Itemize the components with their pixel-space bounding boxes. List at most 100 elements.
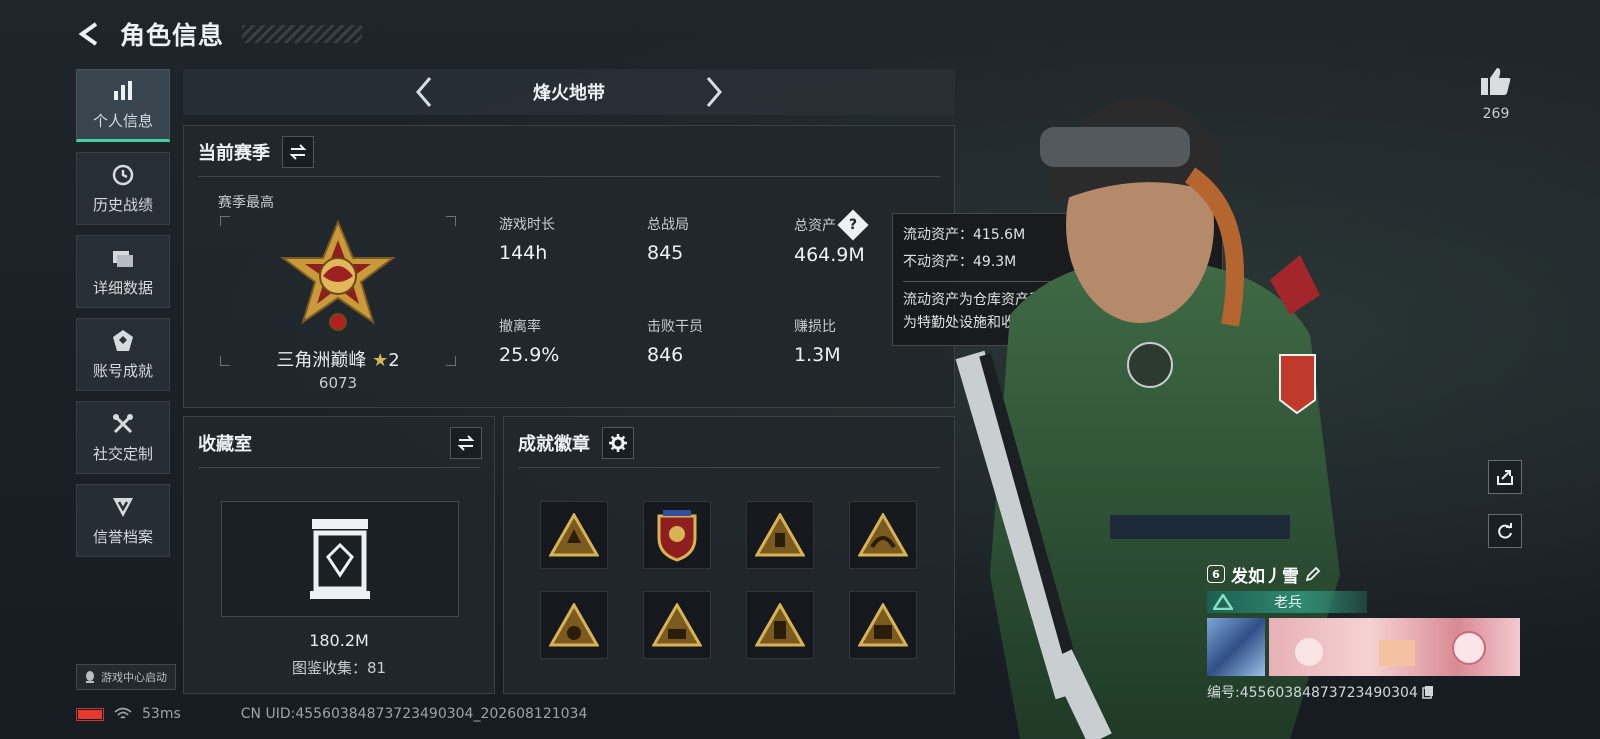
clock-icon [110,162,136,188]
triangle-badge-icon [755,513,805,557]
stat-profit-ratio: 赚损比 1.3M [794,319,841,366]
chevron-right-icon [706,77,722,107]
rank-display: 三角洲巅峰 ★2 6073 [220,216,456,392]
nav-item-social[interactable]: 社交定制 [76,401,170,474]
mode-prev-button[interactable] [409,72,439,112]
credit-icon [110,494,136,520]
stat-total-assets: 总资产 ? 464.9M [794,209,869,266]
page-title: 角色信息 [120,21,225,50]
badges-title: 成就徽章 [518,434,590,455]
title-bar: 老兵 [1207,591,1367,613]
rank-triangle-icon [1213,594,1233,610]
level-badge: 6 [1207,565,1225,583]
badge-grid [540,501,917,659]
nav-label: 社交定制 [92,445,153,463]
banner-dessert-image [1269,618,1520,676]
status-bar: 53ms CN UID:4556038487372349030​4_202608… [76,706,587,722]
nav-label: 个人信息 [92,112,153,130]
nav-item-history[interactable]: 历史战绩 [76,152,170,225]
wifi-icon [114,707,132,719]
rank-score: 6073 [318,374,358,392]
help-icon[interactable]: ? [837,209,869,241]
vault-collection-count: 图鉴收集：81 [291,659,387,677]
nav-label: 详细数据 [92,279,153,297]
like-button[interactable]: 269 [1466,66,1526,122]
share-button[interactable] [1488,460,1522,494]
rank-emblem-icon [280,219,396,331]
nav-label: 信誉档案 [92,528,153,546]
like-count: 269 [1482,106,1510,122]
vault-title: 收藏室 [198,434,252,455]
nav-item-achievements[interactable]: 账号成就 [76,318,170,391]
achievement-icon [110,328,136,354]
vault-display[interactable] [221,501,459,617]
stat-total-matches: 总战局 845 [647,217,689,264]
badge-item[interactable] [746,501,814,569]
season-title: 当前赛季 [198,143,270,164]
header: 角色信息 [72,14,363,54]
badge-item[interactable] [849,591,917,659]
frame-corner [220,216,230,226]
season-switch-button[interactable] [282,136,314,168]
stat-kills: 击败干员 846 [647,319,703,366]
player-name: 发如丿雪 [1231,566,1299,587]
thumbs-up-icon [1481,68,1511,95]
banner-flower-image [1207,618,1265,676]
badge-item[interactable] [746,591,814,659]
triangle-badge-icon [858,513,908,557]
triangle-badge-icon [858,603,908,647]
badge-item[interactable] [540,501,608,569]
rank-stars: 2 [388,350,400,371]
player-title: 老兵 [1274,595,1302,611]
banner-illustration [1295,631,1486,666]
refresh-icon [1498,523,1512,539]
ping-value: 53ms [142,706,181,722]
mode-switcher: 烽火地带 [183,69,955,115]
nav-label: 账号成就 [92,362,153,380]
nav-item-details[interactable]: 详细数据 [76,235,170,308]
mode-next-button[interactable] [699,72,729,112]
nav-item-profile[interactable]: 个人信息 [76,69,170,142]
badge-item[interactable] [540,591,608,659]
vault-case-icon [310,519,370,599]
swap-icon [457,435,475,451]
badge-item[interactable] [643,591,711,659]
mode-name: 烽火地带 [533,83,605,104]
triangle-badge-icon [549,603,599,647]
vault-value: 180.2M [309,631,369,650]
divider [518,467,940,468]
back-arrow-icon [78,22,98,46]
triangle-badge-icon [652,603,702,647]
badge-item[interactable] [849,501,917,569]
vault-panel: 收藏室 180.2M 图鉴收集：81 [183,416,495,694]
season-panel: 当前赛季 赛季最高 三角洲巅峰 ★2 6073 游戏时长 144h 总战局 84… [183,125,955,408]
player-banner[interactable] [1207,618,1520,676]
tools-icon [110,411,136,437]
battery-icon [76,707,104,721]
player-card: 6 发如丿雪 老兵 编号:45560384873723490304 [1207,560,1520,702]
badges-settings-button[interactable] [602,427,634,459]
copy-icon[interactable] [1422,685,1434,699]
vault-switch-button[interactable] [450,427,482,459]
back-button[interactable] [72,17,106,51]
side-nav: 个人信息 历史战绩 详细数据 账号成就 社交定制 信誉档案 [76,69,170,557]
qq-icon [86,671,94,683]
stat-playtime: 游戏时长 144h [499,217,555,264]
launch-label: 游戏中心启动 [101,671,167,684]
triangle-badge-icon [549,513,599,557]
triangle-badge-icon [755,603,805,647]
edit-icon[interactable] [1305,566,1321,582]
badges-panel: 成就徽章 [503,416,955,694]
shield-badge-icon [657,510,697,562]
chevron-left-icon [416,77,432,107]
nav-item-credit[interactable]: 信誉档案 [76,484,170,557]
rank-name: 三角洲巅峰 ★2 [276,350,400,371]
title-decoration [242,25,363,43]
share-icon [1497,470,1513,485]
refresh-button[interactable] [1488,514,1522,548]
star-icon: ★ [372,350,389,371]
player-id: 编号:45560384873723490304 [1207,685,1418,701]
badge-item[interactable] [643,501,711,569]
bar-chart-icon [110,78,136,104]
game-center-launch[interactable]: 游戏中心启动 [76,664,176,690]
